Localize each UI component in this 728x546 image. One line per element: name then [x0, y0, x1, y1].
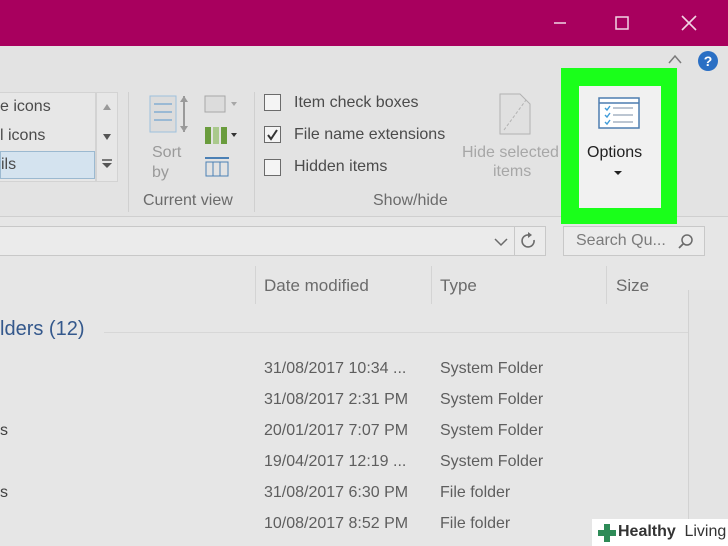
row-date: 31/08/2017 10:34 ... [264, 360, 407, 377]
row-type: File folder [440, 484, 511, 501]
address-bar[interactable] [0, 226, 546, 256]
close-button[interactable] [659, 0, 719, 46]
maximize-icon [615, 16, 629, 30]
ribbon-separator [128, 92, 129, 212]
add-columns-button[interactable] [203, 124, 239, 151]
help-icon: ? [703, 53, 713, 69]
group-header-folders[interactable]: lders (12) [0, 318, 84, 341]
layout-gallery: e icons l icons ils [0, 92, 96, 182]
minimize-icon [554, 22, 566, 24]
column-separator [606, 266, 607, 304]
scroll-up-button[interactable] [97, 93, 117, 121]
layout-item-large-icons[interactable]: e icons [0, 94, 95, 120]
layout-item-small-icons[interactable]: l icons [0, 123, 95, 149]
watermark: Healthy Living [592, 519, 728, 546]
column-header-type[interactable]: Type [440, 266, 477, 306]
row-type: System Folder [440, 360, 544, 377]
row-type: System Folder [440, 391, 544, 408]
watermark-brand-suffix: Living [680, 523, 727, 540]
close-icon [681, 15, 697, 31]
search-box[interactable]: Search Qu... [563, 226, 705, 256]
size-columns-button[interactable] [203, 154, 231, 183]
file-list-scrollbar[interactable] [688, 290, 728, 546]
options-icon [598, 97, 640, 129]
row-date: 31/08/2017 2:31 PM [264, 391, 409, 408]
expand-gallery-button[interactable] [97, 151, 117, 179]
sort-by-button[interactable]: Sort by [144, 92, 194, 184]
scroll-down-button[interactable] [97, 123, 117, 151]
sort-by-label: by [152, 164, 169, 181]
sort-icon [149, 95, 188, 133]
row-date: 19/04/2017 12:19 ... [264, 453, 407, 470]
hide-selected-items-button[interactable]: Hide selected items [460, 92, 564, 184]
add-columns-icon [205, 127, 237, 144]
item-check-boxes-checkbox[interactable] [264, 94, 281, 111]
show-hide-group-label: Show/hide [373, 192, 448, 209]
chevron-down-icon[interactable] [494, 237, 508, 247]
file-name-extensions-checkbox[interactable] [264, 126, 281, 143]
more-icon [102, 159, 112, 168]
item-check-boxes-label: Item check boxes [294, 94, 419, 111]
sort-label: Sort [152, 144, 182, 161]
hidden-items-checkbox[interactable] [264, 159, 281, 176]
row-type: File folder [440, 515, 511, 532]
maximize-button[interactable] [592, 0, 652, 46]
help-button[interactable]: ? [698, 51, 718, 71]
refresh-icon[interactable] [520, 232, 538, 250]
checkmark-icon [267, 129, 278, 141]
watermark-logo-icon [598, 524, 616, 542]
options-button[interactable]: Options [579, 86, 661, 208]
column-header-date[interactable]: Date modified [264, 266, 369, 306]
layout-item-details[interactable]: ils [0, 151, 95, 179]
column-separator [255, 266, 256, 304]
row-type: System Folder [440, 453, 544, 470]
row-date: 31/08/2017 6:30 PM [264, 484, 409, 501]
search-icon [678, 234, 693, 249]
group-by-icon [204, 95, 237, 113]
group-by-button[interactable] [203, 94, 239, 119]
row-type: System Folder [440, 422, 544, 439]
hide-selected-items-label: items [493, 163, 532, 180]
row-date: 10/08/2017 8:52 PM [264, 515, 409, 532]
minimize-button[interactable] [530, 0, 590, 46]
hidden-items-label: Hidden items [294, 158, 388, 175]
layout-scroll [96, 92, 118, 182]
size-columns-icon [205, 157, 229, 177]
hide-selected-icon [499, 93, 531, 135]
column-header-size[interactable]: Size [616, 266, 649, 306]
ribbon-separator [254, 92, 255, 212]
group-header-line [104, 332, 688, 333]
chevron-down-icon [614, 171, 622, 175]
row-name: s [0, 422, 8, 439]
hide-selected-label: Hide selected [462, 144, 559, 161]
collapse-ribbon-icon[interactable] [668, 54, 682, 64]
chevron-down-icon [103, 134, 111, 140]
watermark-brand: Healthy [618, 523, 676, 540]
file-name-extensions-label: File name extensions [294, 126, 446, 143]
options-label: Options [587, 144, 643, 161]
current-view-group-label: Current view [143, 192, 233, 209]
row-name: s [0, 484, 8, 501]
address-divider [514, 227, 515, 255]
row-date: 20/01/2017 7:07 PM [264, 422, 409, 439]
title-bar [0, 0, 728, 46]
chevron-up-icon [103, 104, 111, 110]
column-separator [431, 266, 432, 304]
search-input[interactable]: Search Qu... [576, 232, 666, 249]
